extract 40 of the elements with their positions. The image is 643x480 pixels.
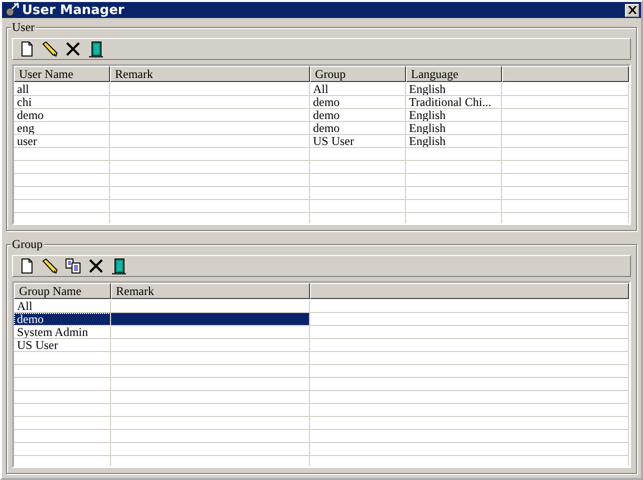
toolbar-button[interactable] xyxy=(86,39,106,59)
table-cell: Traditional Chi... xyxy=(406,96,502,109)
column-header[interactable]: Remark xyxy=(111,283,310,299)
table-cell: chi xyxy=(14,96,110,109)
copy-icon xyxy=(65,258,81,274)
table-row[interactable]: chi demo Traditional Chi... xyxy=(14,96,629,109)
table-cell: All xyxy=(310,83,406,96)
table-row[interactable]: demo xyxy=(14,313,629,326)
table-cell: US User xyxy=(310,135,406,148)
table-row[interactable]: US User xyxy=(14,339,629,352)
column-header[interactable]: Remark xyxy=(110,66,310,82)
column-header[interactable]: Language xyxy=(406,66,502,82)
close-button[interactable] xyxy=(625,4,639,16)
cross-icon xyxy=(88,258,104,274)
table-cell: demo xyxy=(310,122,406,135)
toolbar-button[interactable] xyxy=(40,39,60,59)
close-icon xyxy=(628,6,636,14)
table-cell: US User xyxy=(14,339,111,352)
column-header[interactable]: Group xyxy=(310,66,406,82)
table-cell: user xyxy=(14,135,110,148)
column-header[interactable]: User Name xyxy=(14,66,110,82)
table-cell: demo xyxy=(14,109,110,122)
toolbar-button[interactable] xyxy=(40,256,60,276)
window-title: User Manager xyxy=(22,2,124,18)
table-cell: all xyxy=(14,83,110,96)
door-icon xyxy=(88,40,104,58)
pencil-icon xyxy=(41,40,59,58)
toolbar-button[interactable] xyxy=(109,256,129,276)
door-icon xyxy=(111,258,127,274)
group-title: Group xyxy=(11,237,44,251)
page-icon xyxy=(19,258,35,274)
column-header[interactable]: Group Name xyxy=(14,283,111,299)
table-cell: demo xyxy=(310,96,406,109)
cross-icon xyxy=(65,41,81,57)
page-icon xyxy=(19,41,35,57)
pencil-icon xyxy=(41,257,59,275)
table-cell: demo xyxy=(310,109,406,122)
table-cell: demo xyxy=(14,313,111,326)
toolbar-button[interactable] xyxy=(63,256,83,276)
group-title: User xyxy=(11,20,36,34)
